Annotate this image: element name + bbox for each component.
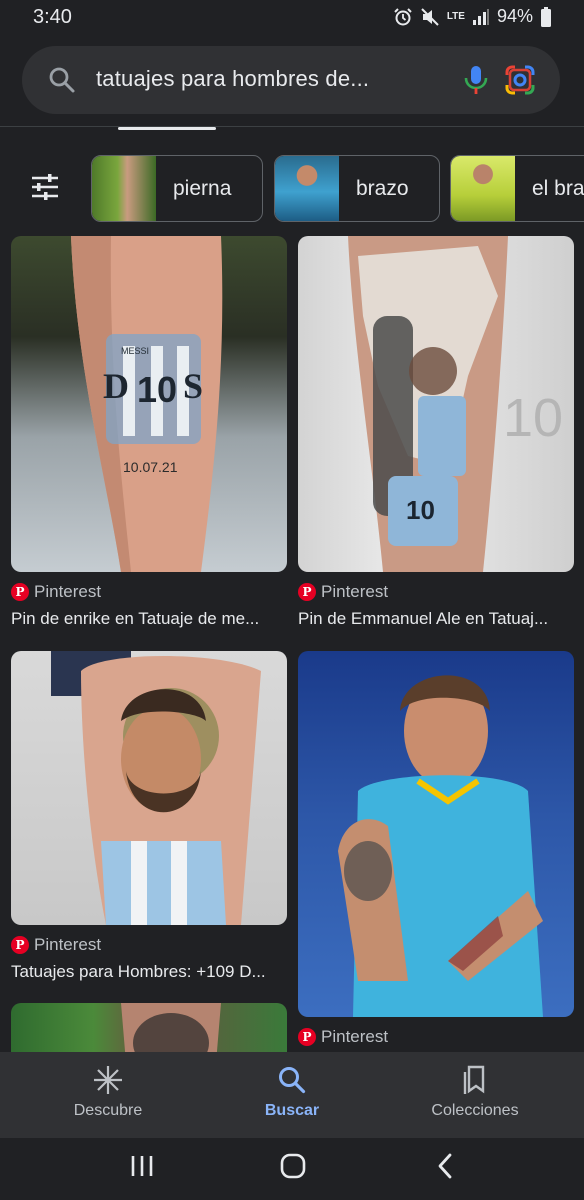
chip-pierna[interactable]: pierna bbox=[91, 155, 263, 222]
pinterest-icon: P bbox=[11, 583, 29, 601]
chip-brazo[interactable]: brazo bbox=[274, 155, 440, 222]
back-icon[interactable] bbox=[432, 1152, 460, 1180]
chip-thumbnail bbox=[451, 156, 515, 221]
nav-collections[interactable]: Colecciones bbox=[400, 1064, 550, 1120]
result-image-3[interactable] bbox=[11, 651, 287, 925]
chip-el-brazo[interactable]: el bra bbox=[450, 155, 584, 222]
network-type: LTE bbox=[446, 10, 465, 22]
tattoo-number: 10 bbox=[406, 495, 435, 525]
tattoo-letter-d: D bbox=[103, 366, 129, 406]
source-label: Pinterest bbox=[34, 582, 102, 601]
nav-search[interactable]: Buscar bbox=[217, 1064, 367, 1120]
alarm-icon bbox=[394, 7, 412, 25]
chip-label: pierna bbox=[173, 176, 232, 200]
result-image-2[interactable]: 10 10 bbox=[298, 236, 574, 572]
home-icon[interactable] bbox=[279, 1152, 307, 1180]
microphone-icon[interactable] bbox=[463, 64, 489, 96]
active-tab-indicator bbox=[118, 127, 216, 130]
chip-thumbnail bbox=[275, 156, 339, 221]
status-icons: LTE 94% bbox=[393, 6, 552, 27]
nav-discover-label: Descubre bbox=[73, 1102, 143, 1119]
mute-icon bbox=[421, 7, 439, 26]
result-source-1[interactable]: P Pinterest bbox=[11, 582, 101, 602]
source-label: Pinterest bbox=[321, 582, 389, 601]
result-title-2[interactable]: Pin de Emmanuel Ale en Tatuaj... bbox=[298, 609, 574, 629]
source-label: Pinterest bbox=[34, 935, 102, 954]
filter-icon[interactable] bbox=[30, 172, 60, 202]
result-source-3[interactable]: P Pinterest bbox=[11, 935, 101, 955]
player-photo bbox=[338, 675, 543, 1017]
chip-label: brazo bbox=[356, 176, 409, 200]
source-label: Pinterest bbox=[321, 1027, 389, 1046]
nav-search-label: Buscar bbox=[264, 1102, 320, 1119]
tattoo-letter-s: S bbox=[183, 366, 203, 406]
search-icon bbox=[279, 1067, 306, 1094]
chip-thumbnail bbox=[92, 156, 156, 221]
battery-icon bbox=[541, 6, 551, 27]
bottom-navigation: Descubre Buscar Colecciones bbox=[0, 1052, 584, 1138]
status-bar: 3:40 LTE 94% bbox=[0, 0, 584, 36]
jersey-name-text: MESSI bbox=[121, 346, 149, 356]
recent-apps-icon[interactable] bbox=[128, 1152, 156, 1180]
result-title-1[interactable]: Pin de enrike en Tatuaje de me... bbox=[11, 609, 287, 629]
result-source-4[interactable]: P Pinterest bbox=[298, 1027, 388, 1047]
nav-collections-label: Colecciones bbox=[431, 1102, 519, 1119]
leg-tattoo-photo bbox=[51, 651, 261, 925]
nav-discover[interactable]: Descubre bbox=[33, 1064, 183, 1120]
pinterest-icon: P bbox=[11, 936, 29, 954]
leg-tattoo-photo: MESSI D 10 S 10.07.21 bbox=[71, 236, 223, 572]
google-lens-icon[interactable] bbox=[504, 65, 536, 95]
pinterest-icon: P bbox=[298, 583, 316, 601]
result-image-4[interactable] bbox=[298, 651, 574, 1017]
collections-icon bbox=[463, 1065, 485, 1094]
sparkle-icon bbox=[94, 1066, 122, 1094]
system-navigation bbox=[0, 1138, 584, 1200]
header-divider bbox=[0, 126, 584, 127]
tattoo-date: 10.07.21 bbox=[123, 459, 178, 475]
search-query[interactable]: tatuajes para hombres de... bbox=[96, 66, 416, 92]
tattoo-number: 10 bbox=[137, 369, 177, 410]
search-bar[interactable]: tatuajes para hombres de... bbox=[22, 46, 560, 114]
result-title-3[interactable]: Tatuajes para Hombres: +109 D... bbox=[11, 962, 287, 982]
pinterest-icon: P bbox=[298, 1028, 316, 1046]
battery-percent: 94% bbox=[496, 6, 533, 26]
signal-icon bbox=[472, 8, 489, 25]
status-time: 3:40 bbox=[33, 6, 72, 28]
chip-label: el bra bbox=[532, 176, 584, 200]
background-number: 10 bbox=[503, 388, 563, 448]
result-image-1[interactable]: MESSI D 10 S 10.07.21 bbox=[11, 236, 287, 572]
result-source-2[interactable]: P Pinterest bbox=[298, 582, 388, 602]
leg-tattoo-photo: 10 10 bbox=[348, 236, 563, 572]
search-icon[interactable] bbox=[48, 66, 76, 94]
